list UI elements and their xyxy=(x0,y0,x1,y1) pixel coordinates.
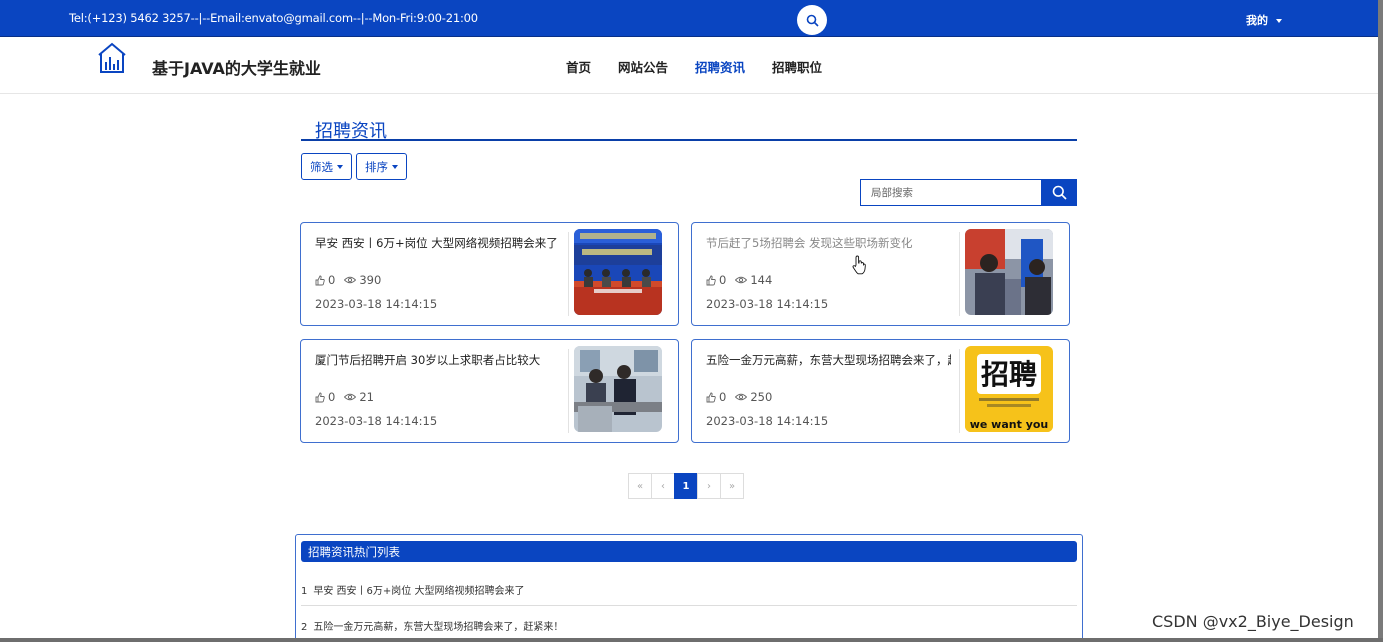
news-card[interactable]: 早安 西安丨6万+岗位 大型网络视频招聘会来了 0 390 2023-03-18… xyxy=(300,222,679,326)
caret-down-icon xyxy=(1276,19,1282,23)
section-title-text: 招聘资讯 xyxy=(315,121,387,142)
local-search-input[interactable] xyxy=(860,179,1041,206)
thumbs-up-icon[interactable] xyxy=(315,275,325,286)
eye-icon xyxy=(344,393,357,401)
poster-slogan: we want you xyxy=(970,418,1049,431)
main-nav: 首页 网站公告 招聘资讯 招聘职位 xyxy=(566,57,849,76)
filter-label: 筛选 xyxy=(310,159,333,174)
sort-label: 排序 xyxy=(365,159,388,174)
nav-item-announcements[interactable]: 网站公告 xyxy=(618,57,668,76)
pagination: « ‹ 1 › » xyxy=(628,473,744,499)
top-bar: Tel:(+123) 5462 3257--|--Email:envato@gm… xyxy=(0,0,1378,37)
caret-down-icon xyxy=(392,164,398,169)
like-count: 0 xyxy=(719,390,727,404)
local-search-button[interactable] xyxy=(1041,179,1077,206)
view-count: 250 xyxy=(750,390,773,404)
hot-list-header: 招聘资讯热门列表 xyxy=(301,541,1077,562)
thumbs-up-icon[interactable] xyxy=(315,392,325,403)
hot-list-item-number: 1 xyxy=(301,586,308,597)
hiring-poster[interactable]: 招聘 we want you xyxy=(965,346,1053,432)
hot-list-item-text[interactable]: 五险一金万元高薪，东营大型现场招聘会来了，赶紧来！ xyxy=(313,622,563,633)
view-count: 144 xyxy=(750,273,773,287)
card-divider xyxy=(568,232,569,316)
news-card-title[interactable]: 五险一金万元高薪，东营大型现场招聘会来了，赶紧来！ xyxy=(706,352,951,368)
eye-icon xyxy=(344,276,357,284)
local-search xyxy=(860,179,1077,206)
pagination-next[interactable]: › xyxy=(697,473,721,499)
contact-info: Tel:(+123) 5462 3257--|--Email:envato@gm… xyxy=(69,11,478,25)
news-card-stats: 0 21 xyxy=(315,390,383,404)
news-card[interactable]: 节后赶了5场招聘会 发现这些职场新变化 0 144 2023-03-18 14:… xyxy=(691,222,1070,326)
page: Tel:(+123) 5462 3257--|--Email:envato@gm… xyxy=(0,0,1383,642)
search-icon xyxy=(806,14,819,27)
hot-list-item-text[interactable]: 早安 西安丨6万+岗位 大型网络视频招聘会来了 xyxy=(313,586,524,597)
news-card-date: 2023-03-18 14:14:15 xyxy=(315,414,438,428)
pagination-prev[interactable]: ‹ xyxy=(651,473,675,499)
like-count: 0 xyxy=(719,273,727,287)
building-chart-icon[interactable] xyxy=(97,42,127,78)
news-card-date: 2023-03-18 14:14:15 xyxy=(706,297,829,311)
conference-panel-photo[interactable] xyxy=(574,229,662,315)
user-menu-label: 我的 xyxy=(1246,14,1268,27)
news-card-stats: 0 390 xyxy=(315,273,390,287)
news-card-date: 2023-03-18 14:14:15 xyxy=(706,414,829,428)
news-card-title[interactable]: 早安 西安丨6万+岗位 大型网络视频招聘会来了 xyxy=(315,235,560,251)
hot-list-panel: 招聘资讯热门列表 1 早安 西安丨6万+岗位 大型网络视频招聘会来了 2 五险一金万… xyxy=(295,534,1083,642)
interview-desk-photo[interactable] xyxy=(574,346,662,432)
view-count: 390 xyxy=(359,273,382,287)
site-title: 基于JAVA的大学生就业 xyxy=(152,59,321,78)
nav-item-home[interactable]: 首页 xyxy=(566,57,591,76)
hand-cursor-icon xyxy=(852,255,866,275)
nav-item-recruitment-news[interactable]: 招聘资讯 xyxy=(695,57,745,76)
card-divider xyxy=(959,349,960,433)
eye-icon xyxy=(735,276,748,284)
user-menu[interactable]: 我的 xyxy=(1246,12,1282,28)
nav-item-job-positions[interactable]: 招聘职位 xyxy=(772,57,822,76)
pagination-current-page[interactable]: 1 xyxy=(674,473,698,499)
section-title: 招聘资讯 xyxy=(301,116,1077,142)
job-fair-photo[interactable] xyxy=(965,229,1053,315)
eye-icon xyxy=(735,393,748,401)
header: 基于JAVA的大学生就业 首页 网站公告 招聘资讯 招聘职位 xyxy=(0,37,1378,94)
poster-title: 招聘 xyxy=(981,358,1037,391)
thumbs-up-icon[interactable] xyxy=(706,392,716,403)
pagination-last[interactable]: » xyxy=(720,473,744,499)
hot-list-item-number: 2 xyxy=(301,622,308,633)
pagination-first[interactable]: « xyxy=(628,473,652,499)
thumbs-up-icon[interactable] xyxy=(706,275,716,286)
news-card-title[interactable]: 厦门节后招聘开启 30岁以上求职者占比较大 xyxy=(315,352,560,368)
news-card-date: 2023-03-18 14:14:15 xyxy=(315,297,438,311)
hot-list-item[interactable]: 1 早安 西安丨6万+岗位 大型网络视频招聘会来了 xyxy=(301,582,1077,606)
bottom-edge xyxy=(0,638,1383,642)
top-search-button[interactable] xyxy=(797,5,827,35)
card-divider xyxy=(959,232,960,316)
sort-dropdown[interactable]: 排序 xyxy=(356,153,407,180)
like-count: 0 xyxy=(328,273,336,287)
news-card-stats: 0 144 xyxy=(706,273,781,287)
caret-down-icon xyxy=(337,164,343,169)
card-divider xyxy=(568,349,569,433)
like-count: 0 xyxy=(328,390,336,404)
news-card[interactable]: 厦门节后招聘开启 30岁以上求职者占比较大 0 21 2023-03-18 14… xyxy=(300,339,679,443)
news-card-title[interactable]: 节后赶了5场招聘会 发现这些职场新变化 xyxy=(706,235,951,251)
news-card-stats: 0 250 xyxy=(706,390,781,404)
watermark: CSDN @vx2_Biye_Design xyxy=(1152,612,1354,631)
filter-dropdown[interactable]: 筛选 xyxy=(301,153,352,180)
search-icon xyxy=(1052,185,1067,200)
vertical-scrollbar[interactable] xyxy=(1378,0,1383,642)
hot-list-title: 招聘资讯热门列表 xyxy=(308,545,400,559)
view-count: 21 xyxy=(359,390,374,404)
news-card[interactable]: 五险一金万元高薪，东营大型现场招聘会来了，赶紧来！ 0 250 2023-03-… xyxy=(691,339,1070,443)
